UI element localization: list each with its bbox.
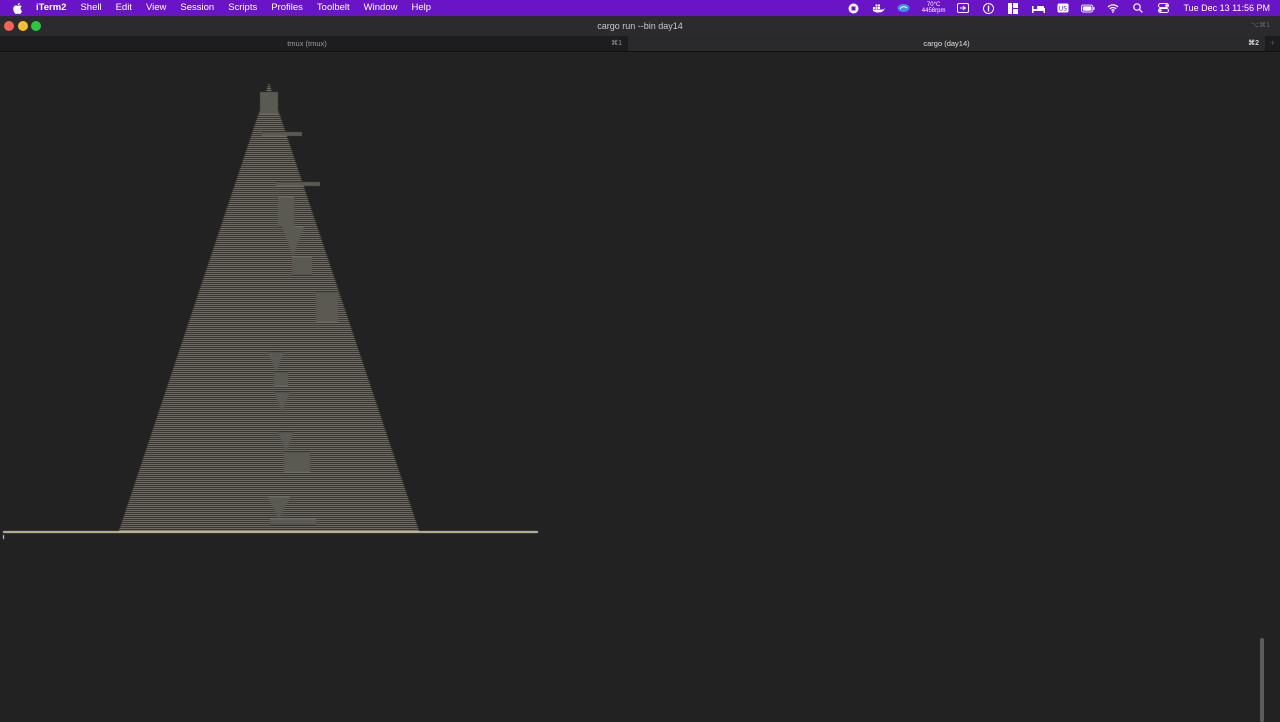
menu-profiles[interactable]: Profiles <box>264 0 310 16</box>
control-center-icon[interactable] <box>1156 2 1170 14</box>
keyboard-input-icon[interactable]: US <box>1056 2 1070 14</box>
window-title: cargo run --bin day14 <box>597 21 683 31</box>
new-tab-button[interactable]: + <box>1265 36 1280 51</box>
window-manager-icon[interactable] <box>1006 2 1020 14</box>
menu-edit[interactable]: Edit <box>109 0 139 16</box>
menu-window[interactable]: Window <box>357 0 405 16</box>
tab-tmux-shortcut: ⌘1 <box>611 40 622 47</box>
network-cloud-icon[interactable] <box>897 2 911 14</box>
menu-shell[interactable]: Shell <box>73 0 108 16</box>
window-title-bar[interactable]: cargo run --bin day14 ⌥⌘1 <box>0 16 1280 37</box>
tab-tmux[interactable]: tmux (tmux) ⌘1 <box>0 36 628 51</box>
wifi-icon[interactable] <box>1106 2 1120 14</box>
tab-bar: tmux (tmux) ⌘1 cargo (day14) ⌘2 + <box>0 36 1280 52</box>
terminal-scrollbar[interactable] <box>1260 638 1264 722</box>
tab-cargo-label: cargo (day14) <box>923 39 970 48</box>
menu-help[interactable]: Help <box>404 0 438 16</box>
screen-mirroring-icon[interactable] <box>956 2 970 14</box>
docker-icon[interactable] <box>872 2 886 14</box>
apple-menu-icon[interactable] <box>12 2 24 14</box>
battery-icon[interactable] <box>1081 2 1096 14</box>
menu-bar: iTerm2 Shell Edit View Session Scripts P… <box>0 0 1280 16</box>
tab-cargo-shortcut: ⌘2 <box>1248 40 1259 47</box>
sand-simulation-output <box>0 52 560 552</box>
password-manager-icon[interactable] <box>981 2 995 14</box>
spotlight-search-icon[interactable] <box>1131 2 1145 14</box>
menu-view[interactable]: View <box>139 0 173 16</box>
bed-icon[interactable] <box>1031 2 1045 14</box>
record-icon[interactable] <box>847 2 861 14</box>
menu-session[interactable]: Session <box>173 0 221 16</box>
menu-toolbelt[interactable]: Toolbelt <box>310 0 357 16</box>
temperature-readout[interactable]: 70°C 4458rpm <box>922 2 946 14</box>
menu-bar-clock[interactable]: Tue Dec 13 11:56 PM <box>1183 3 1270 13</box>
svg-text:US: US <box>1059 6 1067 13</box>
menu-app-iterm2[interactable]: iTerm2 <box>32 0 73 16</box>
fan-rpm-value: 4458rpm <box>921 8 946 14</box>
tab-cargo[interactable]: cargo (day14) ⌘2 <box>628 36 1265 51</box>
window-shortcut: ⌥⌘1 <box>1251 22 1270 29</box>
terminal-output[interactable] <box>0 52 1268 722</box>
tab-tmux-label: tmux (tmux) <box>287 39 327 48</box>
status-area: 70°C 4458rpm US Tue Dec 13 11:56 PM <box>847 0 1270 16</box>
menu-scripts[interactable]: Scripts <box>221 0 264 16</box>
